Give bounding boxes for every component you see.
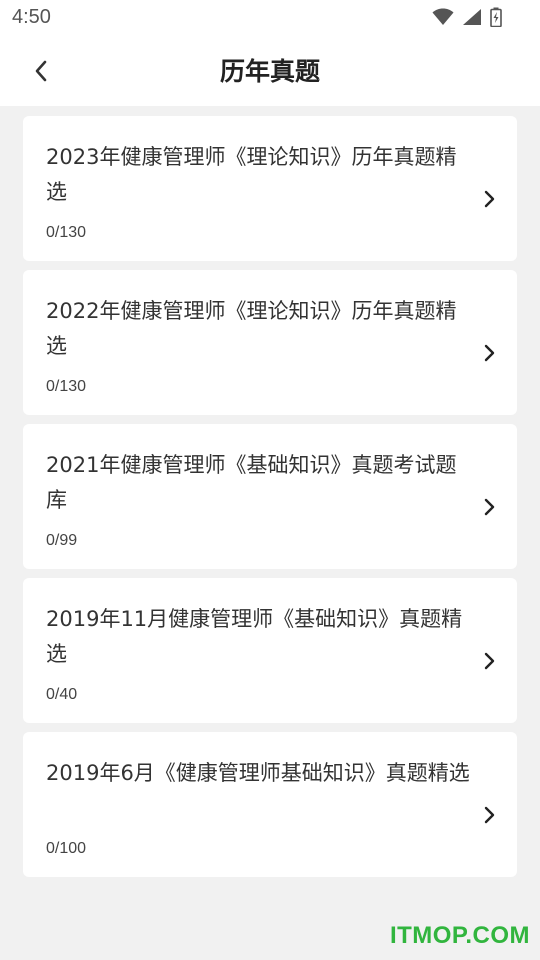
status-icons bbox=[432, 7, 502, 27]
signal-icon bbox=[463, 9, 481, 25]
exam-item-title: 2021年健康管理师《基础知识》真题考试题库 bbox=[46, 453, 457, 512]
exam-item-title: 2019年11月健康管理师《基础知识》真题精选 bbox=[46, 607, 463, 666]
chevron-right-icon bbox=[484, 498, 495, 516]
exam-item-2022[interactable]: 2022年健康管理师《理论知识》历年真题精选 0/130 bbox=[23, 270, 517, 415]
exam-item-progress: 0/100 bbox=[46, 840, 87, 857]
exam-item-title: 2022年健康管理师《理论知识》历年真题精选 bbox=[46, 299, 457, 358]
exam-list: 2023年健康管理师《理论知识》历年真题精选 0/130 2022年健康管理师《… bbox=[23, 116, 517, 886]
status-bar: 4:50 bbox=[0, 0, 540, 36]
exam-item-title: 2023年健康管理师《理论知识》历年真题精选 bbox=[46, 145, 457, 204]
chevron-right-icon bbox=[484, 344, 495, 362]
status-time: 4:50 bbox=[12, 6, 51, 28]
battery-icon bbox=[490, 7, 502, 27]
page-title: 历年真题 bbox=[219, 57, 320, 86]
exam-item-progress: 0/40 bbox=[46, 686, 78, 703]
exam-item-2019-11[interactable]: 2019年11月健康管理师《基础知识》真题精选 0/40 bbox=[23, 578, 517, 723]
chevron-right-icon bbox=[484, 190, 495, 208]
watermark-logo: ITMOP.COM bbox=[389, 922, 530, 949]
exam-item-2023[interactable]: 2023年健康管理师《理论知识》历年真题精选 0/130 bbox=[23, 116, 517, 261]
chevron-right-icon bbox=[484, 652, 495, 670]
exam-item-2021[interactable]: 2021年健康管理师《基础知识》真题考试题库 0/99 bbox=[23, 424, 517, 569]
exam-item-progress: 0/99 bbox=[46, 532, 78, 549]
exam-item-progress: 0/130 bbox=[46, 378, 87, 395]
exam-item-2019-6[interactable]: 2019年6月《健康管理师基础知识》真题精选 0/100 bbox=[23, 732, 517, 877]
chevron-right-icon bbox=[484, 806, 495, 824]
exam-item-title: 2019年6月《健康管理师基础知识》真题精选 bbox=[46, 761, 470, 785]
wifi-icon bbox=[432, 8, 454, 25]
app-header: 历年真题 bbox=[0, 36, 540, 106]
exam-item-progress: 0/130 bbox=[46, 224, 87, 241]
